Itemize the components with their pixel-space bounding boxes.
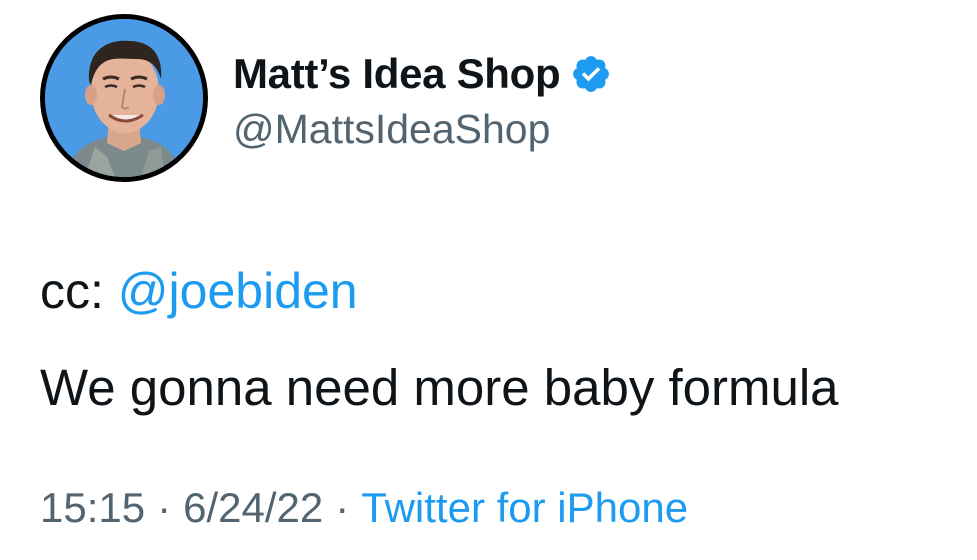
verified-badge-icon xyxy=(570,53,612,95)
author-display-name[interactable]: Matt’s Idea Shop xyxy=(233,50,561,98)
mention-link[interactable]: @joebiden xyxy=(118,263,358,319)
tweet-time[interactable]: 15:15 xyxy=(40,484,145,531)
meta-separator-2: · xyxy=(335,484,350,531)
tweet-meta: 15:15 · 6/24/22 · Twitter for iPhone xyxy=(40,484,688,532)
tweet-body: We gonna need more baby formula xyxy=(40,359,839,416)
avatar-photo xyxy=(45,19,203,177)
meta-separator: · xyxy=(157,484,172,531)
author-handle[interactable]: @MattsIdeaShop xyxy=(233,106,550,153)
tweet-card: Matt’s Idea Shop @MattsIdeaShop cc: @joe… xyxy=(0,0,977,560)
tweet-cc-line: cc: @joebiden xyxy=(40,262,358,320)
tweet-source-link[interactable]: Twitter for iPhone xyxy=(361,484,688,531)
tweet-date[interactable]: 6/24/22 xyxy=(183,484,323,531)
author-name-row[interactable]: Matt’s Idea Shop xyxy=(233,50,612,98)
avatar[interactable] xyxy=(40,14,208,182)
cc-prefix: cc: xyxy=(40,263,118,319)
